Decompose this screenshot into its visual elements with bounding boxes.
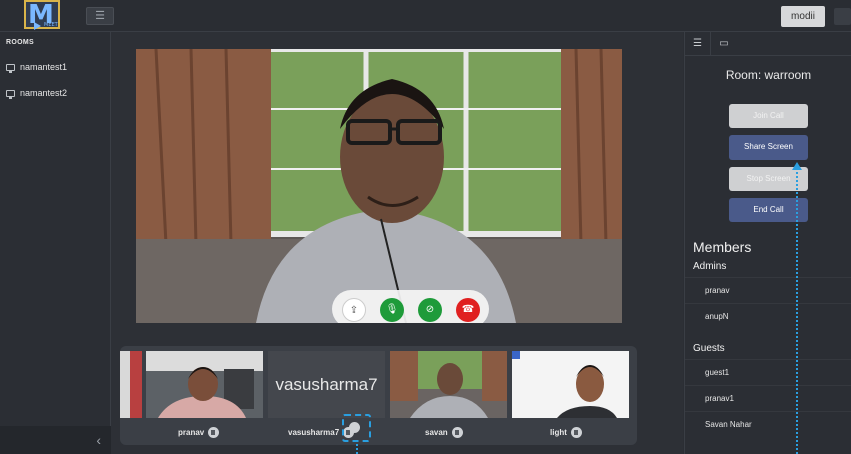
video-stage: ⇪ 🎙 ⊘ ☎ pranav vasusharma7 vasusharma7 s… — [111, 32, 683, 454]
user-menu-button[interactable] — [834, 8, 851, 25]
admins-heading: Admins — [693, 261, 727, 272]
end-call-label: End Call — [753, 204, 784, 214]
member-guest-savan-nahar[interactable]: Savan Nahar — [685, 411, 851, 438]
panel-tabs: ☰ ▭ — [685, 32, 851, 56]
pranav-video-frame — [146, 351, 263, 418]
app-logo[interactable]: M MEET — [24, 0, 60, 30]
thumbnail-label-pranav: pranav — [178, 425, 220, 439]
microphone-icon[interactable]: 🎙 — [380, 298, 404, 322]
sidebar-item-namantest1[interactable]: namantest1 — [6, 60, 67, 74]
chevron-left-icon[interactable]: ‹ — [0, 426, 111, 454]
share-screen-label: Share Screen — [744, 142, 793, 152]
savan-video-frame — [390, 351, 507, 418]
speaker-icon[interactable] — [208, 426, 220, 438]
member-guest-guest1[interactable]: guest1 — [685, 359, 851, 386]
speaker-icon[interactable] — [570, 426, 582, 438]
member-admin-anupN[interactable]: anupN — [685, 303, 851, 330]
speaker-icon — [349, 422, 360, 433]
list-icon[interactable]: ☰ — [685, 32, 711, 56]
logo-subtext: MEET — [44, 22, 58, 28]
member-guest-pranav1[interactable]: pranav1 — [685, 385, 851, 412]
light-video-frame — [512, 351, 629, 418]
participant-name: vasusharma7 — [288, 427, 340, 437]
thumbnail-label-savan: savan — [425, 425, 463, 439]
annotation-focus-box — [342, 414, 371, 442]
join-call-label: Join Call — [753, 110, 784, 120]
video-off-icon[interactable]: ⊘ — [418, 298, 442, 322]
call-controls-bar: ⇪ 🎙 ⊘ ☎ — [332, 290, 489, 323]
thumbnail-vasusharma7[interactable]: vasusharma7 — [268, 351, 385, 418]
room-title: Room: warroom — [725, 68, 812, 82]
top-bar: M MEET ☰ modii — [0, 0, 851, 32]
hamburger-icon[interactable]: ☰ — [86, 7, 114, 25]
annotation-dotted-line — [356, 444, 358, 454]
phone-hangup-icon[interactable]: ☎ — [456, 298, 480, 322]
partial-video-frame — [120, 351, 142, 418]
share-screen-button[interactable]: Share Screen — [729, 135, 808, 160]
participant-name: pranav — [178, 427, 205, 437]
participant-name: savan — [425, 427, 448, 437]
thumbnail-light[interactable] — [512, 351, 629, 418]
join-call-button[interactable]: Join Call — [729, 104, 808, 128]
screen-share-icon[interactable]: ⇪ — [342, 298, 366, 322]
thumbnail-pranav[interactable] — [146, 351, 263, 418]
main-video-frame — [136, 49, 622, 323]
thumbnail-savan[interactable] — [390, 351, 507, 418]
member-admin-pranav[interactable]: pranav — [685, 277, 851, 304]
user-button[interactable]: modii — [781, 6, 825, 27]
rooms-sidebar: ROOMS namantest1 namantest2 ‹ — [0, 32, 111, 454]
placeholder-name: vasusharma7 — [275, 374, 378, 394]
room-panel: ☰ ▭ Room: warroom Join Call Share Screen… — [684, 32, 851, 454]
sidebar-item-namantest2[interactable]: namantest2 — [6, 86, 67, 100]
main-video[interactable]: ⇪ 🎙 ⊘ ☎ — [136, 49, 622, 323]
participant-strip: pranav vasusharma7 vasusharma7 savan lig… — [120, 346, 637, 445]
monitor-icon — [6, 89, 15, 99]
guests-heading: Guests — [693, 343, 725, 354]
rooms-heading: ROOMS — [6, 39, 34, 46]
monitor-icon — [6, 63, 15, 73]
thumbnail-label-light: light — [550, 425, 582, 439]
members-heading: Members — [693, 239, 752, 255]
room-label: namantest1 — [20, 62, 68, 72]
room-label: namantest2 — [20, 88, 68, 98]
stop-screen-label: Stop Screen — [746, 173, 791, 183]
annotation-dotted-line — [796, 168, 798, 454]
partial-thumbnail[interactable] — [120, 351, 142, 418]
play-icon — [34, 22, 41, 30]
participant-name: light — [550, 427, 567, 437]
chat-icon[interactable]: ▭ — [711, 32, 737, 56]
speaker-icon[interactable] — [451, 426, 463, 438]
